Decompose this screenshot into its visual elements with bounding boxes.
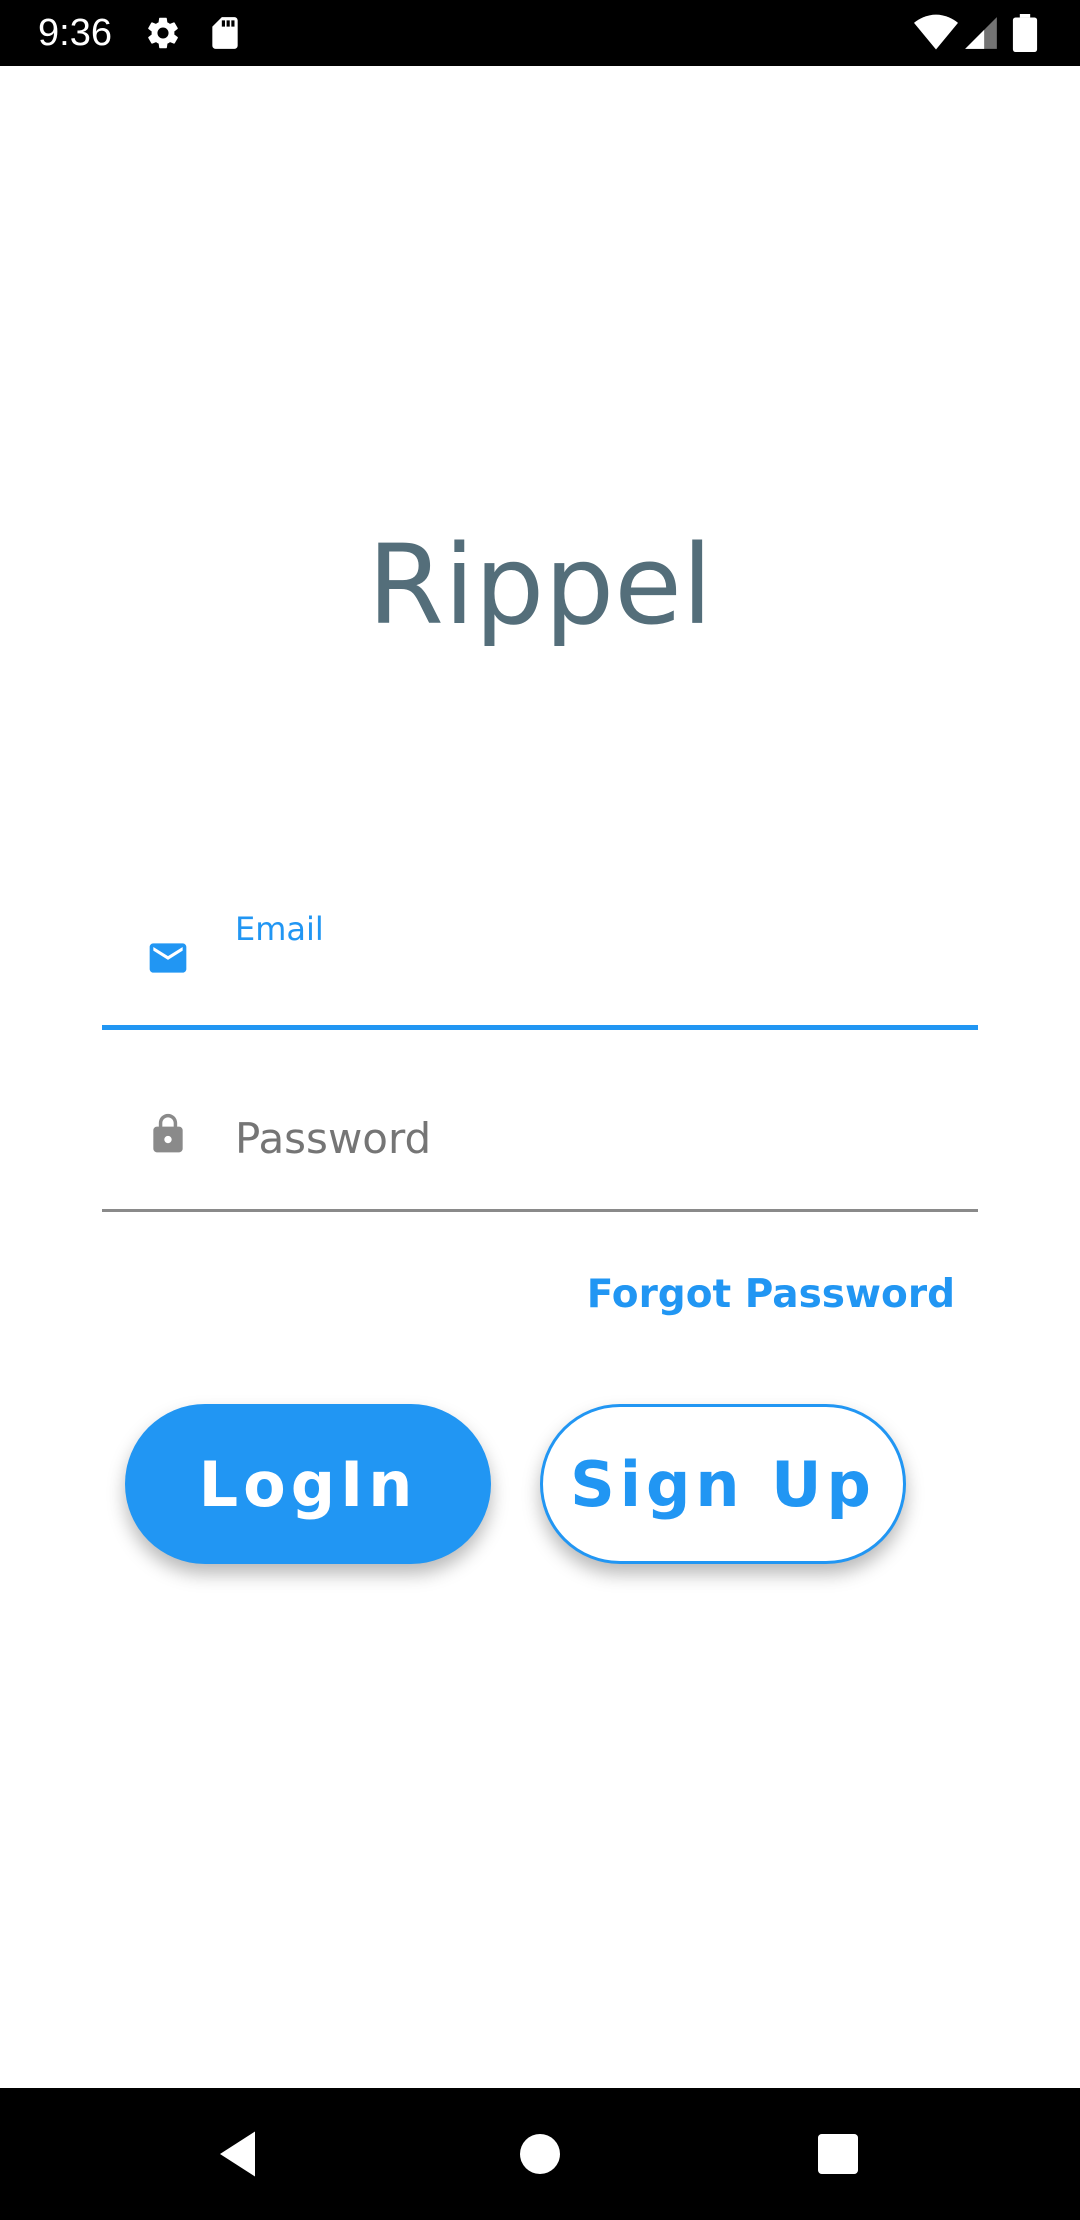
status-time: 9:36 — [38, 12, 112, 54]
signup-button[interactable]: Sign Up — [540, 1404, 906, 1564]
sd-card-icon — [206, 14, 244, 52]
recents-icon[interactable] — [808, 2124, 868, 2184]
password-underline — [102, 1209, 978, 1212]
forgot-password-link[interactable]: Forgot Password — [587, 1272, 955, 1317]
app-title: Rippel — [367, 521, 713, 649]
lock-icon — [146, 1112, 190, 1156]
login-screen: 9:36 Rippel Email Forgot Password LogIn … — [0, 0, 1080, 2220]
status-bar: 9:36 — [0, 0, 1080, 66]
login-button[interactable]: LogIn — [125, 1404, 491, 1564]
home-icon[interactable] — [510, 2124, 570, 2184]
navigation-bar — [0, 2088, 1080, 2220]
back-icon[interactable] — [210, 2124, 270, 2184]
signal-icon — [962, 14, 1000, 52]
email-underline — [102, 1025, 978, 1030]
wifi-icon — [914, 14, 958, 52]
gear-icon — [144, 14, 182, 52]
email-label: Email — [235, 910, 324, 948]
battery-icon — [1012, 14, 1038, 53]
password-field[interactable] — [102, 1080, 978, 1212]
email-input[interactable] — [235, 952, 955, 1008]
email-field[interactable]: Email — [102, 890, 978, 1030]
password-input[interactable] — [235, 1110, 955, 1166]
mail-icon — [146, 936, 190, 980]
